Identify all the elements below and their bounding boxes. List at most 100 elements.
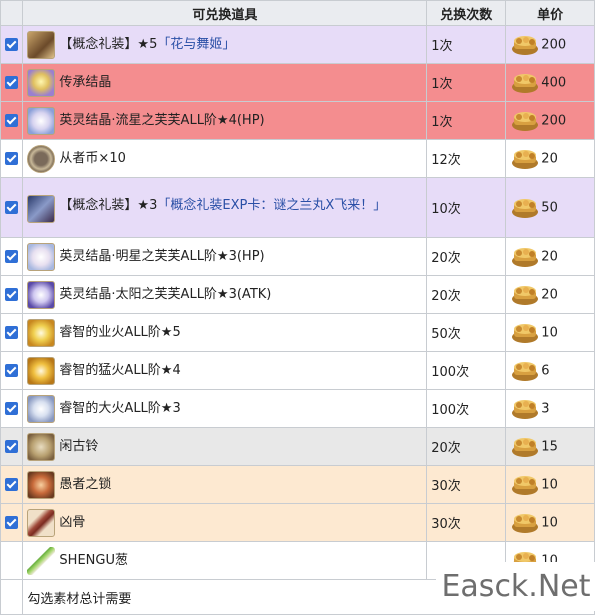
- watermark: Easck.Net: [436, 562, 596, 611]
- row-checkbox-cell[interactable]: [0, 351, 24, 390]
- row-checkbox-cell[interactable]: [0, 63, 24, 102]
- row-checkbox-cell[interactable]: [0, 503, 24, 542]
- checkbox[interactable]: [5, 201, 19, 214]
- price-cell: 15: [505, 427, 595, 466]
- item-name-link[interactable]: 「概念礼装EXP卡：谜之兰丸X飞来！」: [157, 198, 386, 213]
- row-checkbox-cell[interactable]: [0, 389, 24, 428]
- checkbox[interactable]: [5, 250, 19, 263]
- table-row: 愚者之锁 30次 10: [0, 465, 595, 504]
- item-cell: 凶骨: [22, 503, 428, 542]
- item-cell: 睿智的大火ALL阶★3: [22, 389, 428, 428]
- count-cell: 10次: [426, 177, 507, 238]
- count-cell: 50次: [426, 313, 507, 352]
- price-cell: 50: [505, 177, 595, 238]
- table-row: 英灵结晶·太阳之芙芙ALL阶★3(ATK) 20次 20: [0, 275, 595, 314]
- checkbox[interactable]: [5, 402, 19, 415]
- treasure-coin-icon: [510, 512, 540, 534]
- row-checkbox-cell[interactable]: [0, 101, 24, 140]
- checkbox[interactable]: [5, 440, 19, 453]
- inheritance-crystal-icon: [27, 68, 56, 97]
- treasure-coin-icon: [510, 72, 540, 94]
- count-cell: 1次: [426, 25, 507, 64]
- row-checkbox-cell[interactable]: [0, 237, 24, 276]
- item-name: 从者币×10: [59, 150, 126, 166]
- item-cell: 英灵结晶·太阳之芙芙ALL阶★3(ATK): [22, 275, 428, 314]
- craft-essence-exp-icon: [27, 194, 56, 223]
- fool-chain-icon: [27, 470, 56, 499]
- price-value: 15: [541, 439, 558, 454]
- row-checkbox-cell[interactable]: [0, 313, 24, 352]
- price-cell: 10: [505, 503, 595, 542]
- checkbox[interactable]: [5, 326, 19, 339]
- checkbox[interactable]: [5, 288, 19, 301]
- fou-card-icon: [27, 106, 56, 135]
- fou-card-icon: [27, 280, 56, 309]
- treasure-coin-icon: [510, 284, 540, 306]
- total-empty-cell: [0, 579, 24, 615]
- count-cell: 1次: [426, 101, 507, 140]
- item-cell: 传承结晶: [22, 63, 428, 102]
- row-checkbox-cell[interactable]: [0, 275, 24, 314]
- item-name: SHENGU葱: [59, 552, 128, 568]
- row-checkbox-cell[interactable]: [0, 177, 24, 238]
- price-cell: 20: [505, 139, 595, 178]
- price-value: 3: [541, 401, 550, 416]
- item-name: 英灵结晶·流星之芙芙ALL阶★4(HP): [59, 112, 265, 128]
- price-value: 10: [541, 325, 558, 340]
- header-price: 单价: [505, 0, 595, 26]
- row-checkbox-cell[interactable]: [0, 25, 24, 64]
- checkbox[interactable]: [5, 152, 19, 165]
- treasure-coin-icon: [510, 398, 540, 420]
- item-cell: 睿智的猛火ALL阶★4: [22, 351, 428, 390]
- row-checkbox-cell[interactable]: [0, 541, 24, 580]
- item-name: 睿智的业火ALL阶★5: [59, 324, 181, 340]
- treasure-coin-icon: [510, 148, 540, 170]
- item-name: 睿智的大火ALL阶★3: [59, 400, 181, 416]
- item-cell: 从者币×10: [22, 139, 428, 178]
- item-cell: 【概念礼装】★3「概念礼装EXP卡：谜之兰丸X飞来！」: [22, 177, 428, 238]
- price-value: 200: [541, 113, 567, 128]
- fou-card-icon: [27, 242, 56, 271]
- table-row: 闲古铃 20次 15: [0, 427, 595, 466]
- row-checkbox-cell[interactable]: [0, 427, 24, 466]
- count-cell: 1次: [426, 63, 507, 102]
- price-value: 400: [541, 75, 567, 90]
- treasure-coin-icon: [510, 474, 540, 496]
- count-cell: 30次: [426, 465, 507, 504]
- price-cell: 3: [505, 389, 595, 428]
- item-cell: 英灵结晶·流星之芙芙ALL阶★4(HP): [22, 101, 428, 140]
- item-cell: 愚者之锁: [22, 465, 428, 504]
- price-cell: 400: [505, 63, 595, 102]
- price-cell: 200: [505, 101, 595, 140]
- treasure-coin-icon: [510, 322, 540, 344]
- price-value: 200: [541, 37, 567, 52]
- bell-icon: [27, 432, 56, 461]
- checkbox[interactable]: [5, 114, 19, 127]
- price-value: 6: [541, 363, 550, 378]
- price-value: 20: [541, 249, 558, 264]
- item-cell: 闲古铃: [22, 427, 428, 466]
- header-item: 可兑换道具: [22, 0, 428, 26]
- checkbox[interactable]: [5, 516, 19, 529]
- price-cell: 20: [505, 275, 595, 314]
- header-count: 兑换次数: [426, 0, 507, 26]
- ember-icon: [27, 394, 56, 423]
- checkbox[interactable]: [5, 364, 19, 377]
- item-name-prefix: 【概念礼装】★3: [59, 197, 158, 213]
- table-row: 英灵结晶·流星之芙芙ALL阶★4(HP) 1次 200: [0, 101, 595, 140]
- checkbox[interactable]: [5, 76, 19, 89]
- item-cell: 睿智的业火ALL阶★5: [22, 313, 428, 352]
- price-cell: 6: [505, 351, 595, 390]
- row-checkbox-cell[interactable]: [0, 139, 24, 178]
- checkbox[interactable]: [5, 38, 19, 51]
- item-name-link[interactable]: 「花与舞姬」: [157, 37, 235, 52]
- item-name: 愚者之锁: [59, 476, 112, 492]
- table-row: 睿智的业火ALL阶★5 50次 10: [0, 313, 595, 352]
- price-cell: 200: [505, 25, 595, 64]
- row-checkbox-cell[interactable]: [0, 465, 24, 504]
- treasure-coin-icon: [510, 110, 540, 132]
- count-cell: 30次: [426, 503, 507, 542]
- price-cell: 10: [505, 465, 595, 504]
- checkbox[interactable]: [5, 478, 19, 491]
- price-value: 10: [541, 477, 558, 492]
